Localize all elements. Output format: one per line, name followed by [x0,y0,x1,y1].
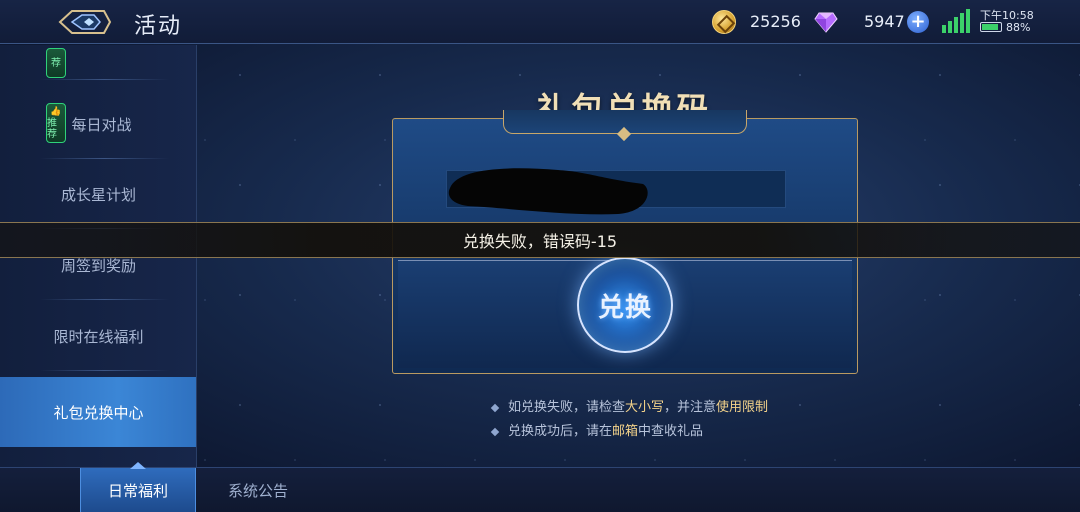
tab-label: 系统公告 [227,482,288,500]
back-arrow-icon[interactable] [58,8,112,36]
sidebar-item-daily-battle[interactable]: 👍 推荐 每日对战 [0,89,196,159]
battery-icon [980,22,1002,32]
tip-text: 如兑换失败，请检查 [508,400,626,415]
error-toast: 兑换失败，错误码-15 [0,222,1080,258]
redaction-scribble [448,168,648,215]
page-title: 活动 [134,14,183,39]
badge-label: 推荐 [47,117,57,140]
bullet-diamond-icon [490,403,500,413]
tip-highlight: 使用限制 [716,400,769,415]
divider [40,370,169,371]
sidebar-item-label: 限时在线福利 [53,327,144,346]
sidebar-item-online-bonus[interactable]: 限时在线福利 [0,301,196,371]
diamond-gem-icon [814,12,838,33]
sidebar-item-recommended[interactable]: 荐 [0,45,196,80]
tab-daily-welfare[interactable]: 日常福利 [80,468,196,512]
thumbs-up-icon: 👍 [50,106,62,117]
gold-coin-icon [712,10,736,34]
bottom-tab-bar: 日常福利 系统公告 [0,467,1080,512]
divider [40,299,169,300]
tip-text: 兑换成功后，请在 [508,424,613,439]
tip-text: 中查收礼品 [638,424,704,439]
tip-highlight: 大小写 [625,400,665,415]
recommend-badge: 荐 [46,48,66,78]
redeem-button-label: 兑换 [597,292,652,323]
top-bar: 活动 25256 5947 + 下午10:58 88% [0,0,1080,44]
add-currency-button[interactable]: + [907,11,929,33]
bullet-diamond-icon [490,427,500,437]
error-toast-text: 兑换失败，错误码-15 [462,232,618,251]
recommend-badge: 👍 推荐 [46,103,66,143]
signal-strength-icon [942,9,970,33]
sidebar-item-label: 每日对战 [71,115,132,134]
battery-level-fill [982,24,998,30]
battery-percent: 88% [1006,21,1031,34]
tip-line: 如兑换失败，请检查 大小写 ，并注意 使用限制 [490,396,769,420]
sidebar-item-label: 成长星计划 [60,185,136,204]
sidebar-item-growth-star[interactable]: 成长星计划 [0,159,196,229]
tab-system-notice[interactable]: 系统公告 [205,468,311,512]
coin-count: 25256 [750,12,801,31]
badge-label: 荐 [51,57,61,69]
tab-label: 日常福利 [107,482,168,500]
gem-count: 5947 [864,12,905,31]
sidebar-item-label: 礼包兑换中心 [53,403,144,422]
tip-text: ，并注意 [664,400,717,415]
redeem-button[interactable]: 兑换 [577,257,673,353]
active-tab-indicator-icon [130,462,146,469]
tip-highlight: 邮箱 [612,424,639,439]
tip-line: 兑换成功后，请在 邮箱 中查收礼品 [490,420,768,444]
divider [40,79,169,80]
sidebar-item-gift-redeem[interactable]: 礼包兑换中心 [0,377,196,447]
frame-ornament [503,110,747,134]
redeem-tips: 如兑换失败，请检查 大小写 ，并注意 使用限制 兑换成功后，请在 邮箱 中查收礼品 [490,396,769,444]
